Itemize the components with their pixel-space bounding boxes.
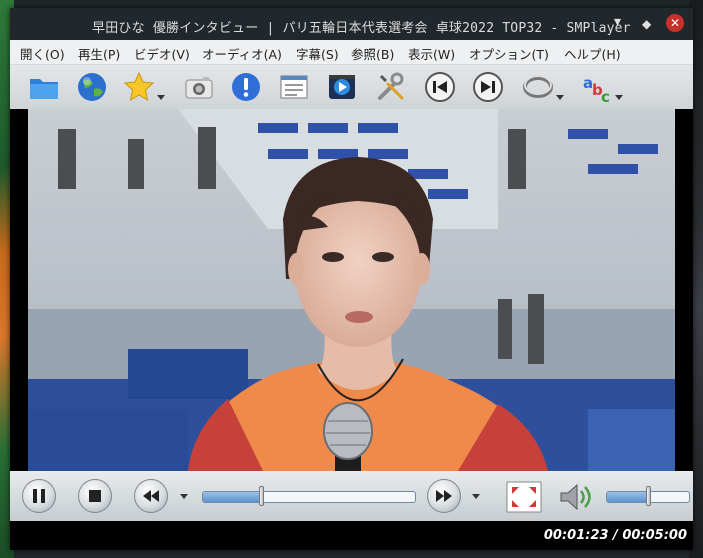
video-area[interactable]	[28, 109, 675, 471]
next-icon[interactable]	[472, 71, 504, 103]
menu-subtitles[interactable]: 字幕(S)	[296, 44, 339, 63]
loop-dropdown-arrow-icon[interactable]	[556, 95, 564, 100]
info-icon[interactable]	[230, 71, 262, 103]
menu-browse[interactable]: 参照(B)	[351, 44, 394, 63]
menu-view[interactable]: 表示(W)	[408, 44, 455, 63]
seek-handle[interactable]	[259, 486, 265, 506]
settings-icon[interactable]	[375, 71, 407, 103]
menu-open[interactable]: 開く(O)	[20, 44, 65, 63]
menu-play[interactable]: 再生(P)	[78, 44, 120, 63]
forward-button[interactable]	[427, 479, 461, 513]
menu-bar: 開く(O) 再生(P) ビデオ(V) オーディオ(A) 字幕(S) 参照(B) …	[10, 40, 693, 65]
window-title: 早田ひな 優勝インタビュー | パリ五輪日本代表選考会 卓球2022 TOP32…	[92, 21, 631, 36]
close-button[interactable]: ✕	[666, 14, 684, 32]
loop-icon[interactable]	[522, 71, 554, 103]
video-frame	[28, 109, 675, 471]
control-bar	[10, 471, 693, 521]
globe-icon[interactable]	[76, 71, 108, 103]
subtitles-icon[interactable]: a b c	[581, 71, 613, 103]
seek-bar[interactable]	[202, 491, 416, 503]
star-dropdown-arrow-icon[interactable]	[157, 95, 165, 100]
fullscreen-icon[interactable]	[506, 481, 542, 513]
video-letterbox-left	[10, 109, 28, 471]
video-letterbox-right	[675, 109, 693, 471]
folder-icon[interactable]	[28, 71, 60, 103]
subtitles-dropdown-arrow-icon[interactable]	[615, 95, 623, 100]
maximize-button[interactable]: ◆	[642, 16, 651, 32]
seek-progress	[203, 492, 262, 502]
status-bar: 00:01:23 / 00:05:00	[10, 521, 693, 550]
title-bar: 早田ひな 優勝インタビュー | パリ五輪日本代表選考会 卓球2022 TOP32…	[10, 8, 693, 40]
stop-button[interactable]	[78, 479, 112, 513]
pause-icon	[33, 489, 45, 503]
forward-dropdown-arrow-icon[interactable]	[472, 494, 480, 499]
media-icon[interactable]	[326, 71, 358, 103]
rewind-dropdown-arrow-icon[interactable]	[180, 494, 188, 499]
volume-icon[interactable]	[558, 482, 594, 512]
minimize-button[interactable]: ▾	[614, 14, 621, 30]
playlist-icon[interactable]	[278, 71, 310, 103]
smplayer-window: 早田ひな 優勝インタビュー | パリ五輪日本代表選考会 卓球2022 TOP32…	[10, 8, 693, 550]
time-display: 00:01:23 / 00:05:00	[543, 528, 687, 543]
forward-icon	[436, 490, 452, 502]
menu-video[interactable]: ビデオ(V)	[134, 44, 190, 63]
previous-icon[interactable]	[424, 71, 456, 103]
rewind-icon	[143, 490, 159, 502]
menu-help[interactable]: ヘルプ(H)	[564, 44, 621, 63]
menu-options[interactable]: オプション(T)	[469, 44, 549, 63]
volume-handle[interactable]	[646, 486, 651, 506]
menu-audio[interactable]: オーディオ(A)	[202, 44, 282, 63]
svg-text:c: c	[601, 88, 610, 103]
stop-icon	[89, 490, 101, 502]
rewind-button[interactable]	[134, 479, 168, 513]
pause-button[interactable]	[22, 479, 56, 513]
toolbar: a b c	[10, 65, 693, 110]
star-icon[interactable]	[123, 71, 155, 103]
volume-level	[607, 492, 648, 502]
camera-icon[interactable]	[183, 71, 215, 103]
